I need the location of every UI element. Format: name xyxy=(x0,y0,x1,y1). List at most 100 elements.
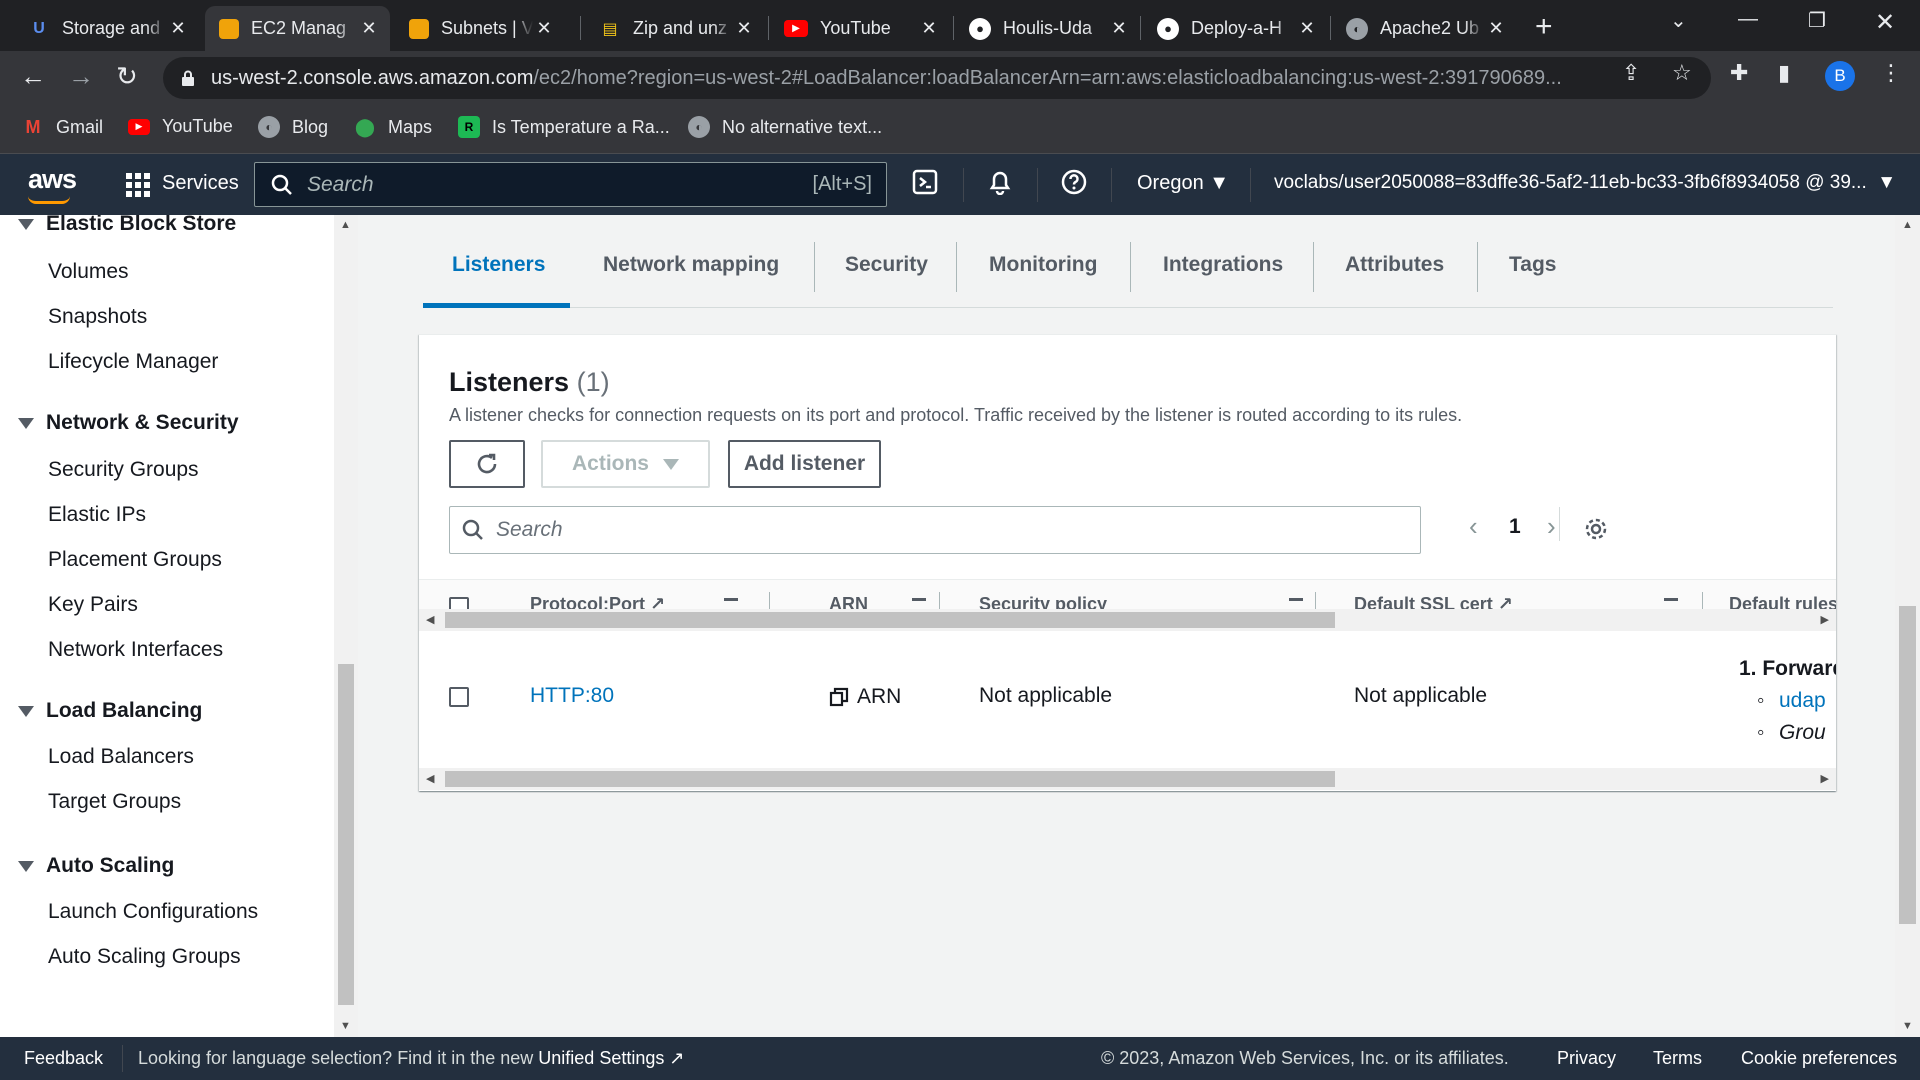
close-tab-icon[interactable]: ✕ xyxy=(1296,18,1318,39)
tab-listeners[interactable]: Listeners xyxy=(452,253,545,277)
aws-logo[interactable]: aws xyxy=(28,164,77,195)
sidebar-item-security-groups[interactable]: Security Groups xyxy=(48,458,199,482)
cookie-preferences-link[interactable]: Cookie preferences xyxy=(1741,1048,1897,1069)
target-group-link[interactable]: udap xyxy=(1779,689,1826,713)
services-grid-icon[interactable] xyxy=(126,173,150,197)
forward-arrow-icon[interactable]: → xyxy=(68,62,94,90)
scroll-right-arrow-icon[interactable]: ▶ xyxy=(1821,772,1829,785)
help-question-icon[interactable] xyxy=(1061,169,1087,202)
scroll-left-arrow-icon[interactable]: ◀ xyxy=(426,613,434,626)
sidebar-item-volumes[interactable]: Volumes xyxy=(48,260,129,284)
tab-search-chevron-icon[interactable]: ⌄ xyxy=(1670,8,1687,33)
close-window-icon[interactable]: ✕ xyxy=(1875,8,1895,37)
browser-menu-icon[interactable]: ⋮ xyxy=(1880,60,1902,86)
aws-search-input[interactable]: Search [Alt+S] xyxy=(254,162,887,207)
region-selector[interactable]: Oregon ▼ xyxy=(1137,172,1229,195)
bookmark-temperature[interactable]: R Is Temperature a Ra... xyxy=(458,116,670,138)
browser-tab[interactable]: ● Deploy-a-H ✕ xyxy=(1143,6,1328,51)
page-scroll-thumb[interactable] xyxy=(1899,606,1916,924)
table-horizontal-scrollbar[interactable]: ◀ ▶ xyxy=(419,768,1836,790)
back-arrow-icon[interactable]: ← xyxy=(20,62,46,90)
sort-icon[interactable] xyxy=(1664,598,1678,601)
close-tab-icon[interactable]: ✕ xyxy=(1485,18,1507,39)
browser-tab-active[interactable]: EC2 Manag ✕ xyxy=(205,6,390,51)
tab-tags[interactable]: Tags xyxy=(1509,253,1556,277)
sidebar-item-network-interfaces[interactable]: Network Interfaces xyxy=(48,638,223,662)
refresh-button[interactable] xyxy=(449,440,525,488)
sidebar-item-auto-scaling-groups[interactable]: Auto Scaling Groups xyxy=(48,945,241,969)
sidebar-section-auto-scaling[interactable]: Auto Scaling xyxy=(18,854,174,878)
cloudshell-icon[interactable] xyxy=(912,169,938,202)
account-menu[interactable]: voclabs/user2050088=83dffe36-5af2-11eb-b… xyxy=(1274,172,1896,194)
scroll-thumb[interactable] xyxy=(445,612,1335,628)
row-checkbox[interactable] xyxy=(449,687,469,707)
tab-security[interactable]: Security xyxy=(845,253,928,277)
browser-tab[interactable]: Subnets | V ✕ xyxy=(395,6,565,51)
browser-tab[interactable]: ◐ Apache2 Ub ✕ xyxy=(1332,6,1517,51)
tab-attributes[interactable]: Attributes xyxy=(1345,253,1444,277)
tab-monitoring[interactable]: Monitoring xyxy=(989,253,1097,277)
scroll-thumb[interactable] xyxy=(445,771,1335,787)
close-tab-icon[interactable]: ✕ xyxy=(358,18,380,39)
address-bar[interactable]: us-west-2.console.aws.amazon.com/ec2/hom… xyxy=(163,57,1711,99)
services-menu[interactable]: Services xyxy=(162,172,239,195)
new-tab-plus-icon[interactable]: + xyxy=(1535,10,1553,44)
close-tab-icon[interactable]: ✕ xyxy=(918,18,940,39)
browser-tab[interactable]: ▤ Zip and unz ✕ xyxy=(585,6,765,51)
table-header-horizontal-scrollbar[interactable]: ◀ ▶ xyxy=(419,609,1836,631)
pagination-next-icon[interactable]: › xyxy=(1547,511,1556,542)
preferences-gear-icon[interactable] xyxy=(1583,516,1609,547)
scroll-down-arrow-icon[interactable]: ▼ xyxy=(1902,1020,1913,1032)
restore-icon[interactable]: ❐ xyxy=(1808,8,1826,33)
unified-settings-link[interactable]: Unified Settings ↗ xyxy=(538,1048,684,1068)
tab-integrations[interactable]: Integrations xyxy=(1163,253,1283,277)
browser-tab[interactable]: ▶ YouTube ✕ xyxy=(770,6,950,51)
listener-protocol-port-link[interactable]: HTTP:80 xyxy=(530,684,614,708)
sidebar-section-load-balancing[interactable]: Load Balancing xyxy=(18,699,202,723)
profile-avatar[interactable]: B xyxy=(1825,61,1855,91)
bookmark-no-alt-text[interactable]: ◐ No alternative text... xyxy=(688,116,882,138)
pagination-page-number[interactable]: 1 xyxy=(1509,515,1521,539)
scroll-down-arrow-icon[interactable]: ▼ xyxy=(340,1020,351,1032)
extensions-puzzle-icon[interactable]: ✚ xyxy=(1730,60,1748,86)
listeners-search-input[interactable]: Search xyxy=(449,506,1421,554)
reload-icon[interactable]: ↻ xyxy=(116,62,138,90)
pagination-prev-icon[interactable]: ‹ xyxy=(1469,511,1478,542)
close-tab-icon[interactable]: ✕ xyxy=(533,18,555,39)
browser-tab[interactable]: U Storage and ✕ xyxy=(14,6,199,51)
sort-icon[interactable] xyxy=(912,598,926,601)
sidebar-item-launch-configurations[interactable]: Launch Configurations xyxy=(48,900,258,924)
bookmark-blog[interactable]: ◐ Blog xyxy=(258,116,328,138)
close-tab-icon[interactable]: ✕ xyxy=(1108,18,1130,39)
copy-arn-button[interactable]: ARN xyxy=(829,685,901,709)
actions-dropdown[interactable]: Actions xyxy=(541,440,710,488)
sidebar-scroll-thumb[interactable] xyxy=(338,664,354,1005)
bookmark-maps[interactable]: ⬤ Maps xyxy=(354,116,432,138)
notifications-bell-icon[interactable] xyxy=(987,169,1013,202)
feedback-link[interactable]: Feedback xyxy=(24,1048,103,1069)
minimize-icon[interactable]: — xyxy=(1738,8,1758,31)
sidebar-scrollbar[interactable]: ▲ ▼ xyxy=(334,215,358,1037)
sidebar-item-load-balancers[interactable]: Load Balancers xyxy=(48,745,194,769)
share-icon[interactable]: ⇪ xyxy=(1622,60,1640,86)
tab-network-mapping[interactable]: Network mapping xyxy=(603,253,779,277)
browser-tab[interactable]: ● Houlis-Uda ✕ xyxy=(955,6,1140,51)
sidebar-item-target-groups[interactable]: Target Groups xyxy=(48,790,181,814)
sort-icon[interactable] xyxy=(1289,598,1303,601)
sidebar-section-network-security[interactable]: Network & Security xyxy=(18,411,239,435)
scroll-up-arrow-icon[interactable]: ▲ xyxy=(1902,219,1913,231)
scroll-left-arrow-icon[interactable]: ◀ xyxy=(426,772,434,785)
sort-icon[interactable] xyxy=(724,598,738,601)
bookmark-youtube[interactable]: ▶ YouTube xyxy=(128,116,233,137)
scroll-right-arrow-icon[interactable]: ▶ xyxy=(1821,613,1829,626)
sidebar-item-key-pairs[interactable]: Key Pairs xyxy=(48,593,138,617)
close-tab-icon[interactable]: ✕ xyxy=(733,18,755,39)
page-vertical-scrollbar[interactable]: ▲ ▼ xyxy=(1895,215,1920,1037)
sidebar-item-elastic-ips[interactable]: Elastic IPs xyxy=(48,503,146,527)
add-listener-button[interactable]: Add listener xyxy=(728,440,881,488)
privacy-link[interactable]: Privacy xyxy=(1557,1048,1616,1069)
sidebar-section-elastic-block-store[interactable]: Elastic Block Store xyxy=(18,215,236,236)
bookmark-gmail[interactable]: M Gmail xyxy=(22,116,104,138)
sidebar-item-lifecycle-manager[interactable]: Lifecycle Manager xyxy=(48,350,218,374)
sidebar-item-placement-groups[interactable]: Placement Groups xyxy=(48,548,222,572)
